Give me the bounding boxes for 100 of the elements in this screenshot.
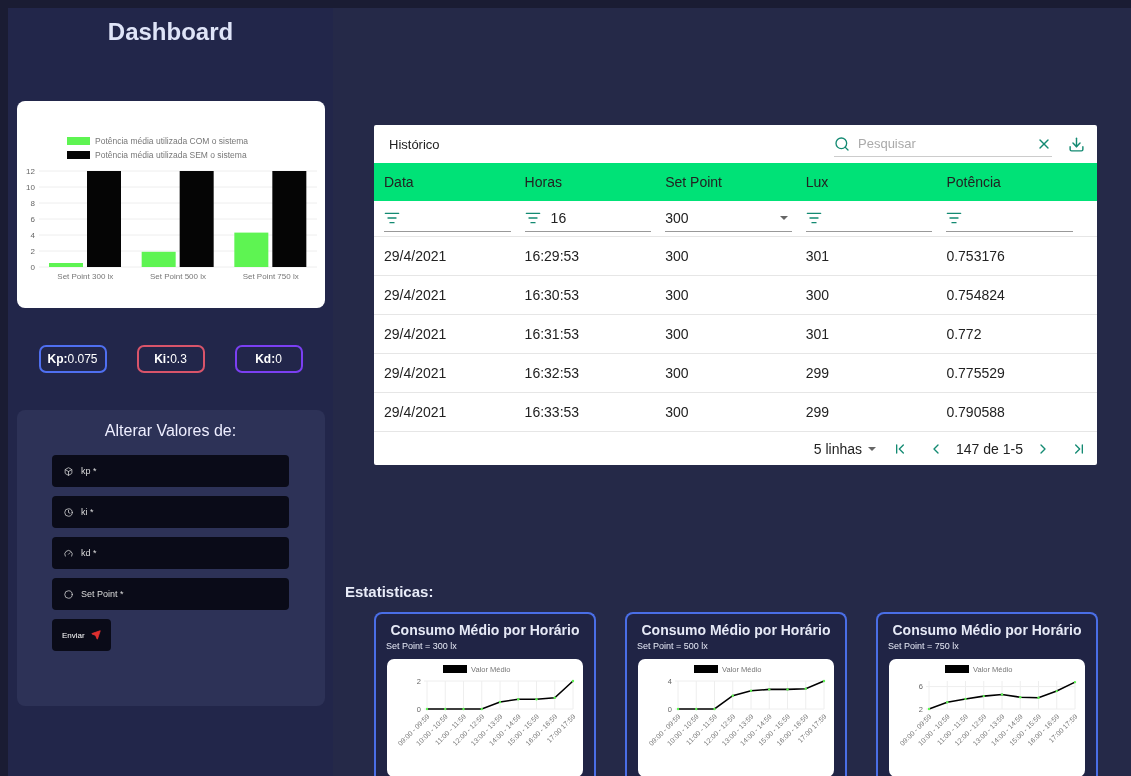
data-point	[713, 707, 716, 711]
table-cell-text: 29/4/2021	[384, 404, 448, 420]
card-subtitle: Set Point = 750 lx	[888, 641, 959, 651]
data-point	[946, 701, 949, 704]
data-point	[822, 679, 826, 683]
axis-tick-label: 2	[30, 247, 35, 256]
table-cell-text: 300	[665, 365, 690, 381]
axis-category-label: Set Point 500 lx	[149, 272, 206, 281]
column-header[interactable]: Potência	[946, 174, 1087, 190]
card-title: Consumo Médio por Horário	[641, 622, 831, 638]
gauge-icon	[64, 548, 73, 558]
data-point	[480, 707, 483, 711]
table-cell-text: 299	[805, 365, 831, 381]
bar	[233, 232, 268, 267]
data-point	[982, 694, 985, 698]
page-range: 147 de 1-5	[956, 440, 1023, 457]
data-point	[964, 697, 967, 701]
legend-item: Potência média utilizada SEM o sistema	[66, 150, 247, 160]
send-button[interactable]: Enviar	[52, 619, 111, 651]
table-cell-text: 300	[665, 287, 690, 303]
data-point	[444, 707, 447, 711]
table-cell-text: 29/4/2021	[384, 365, 448, 381]
filter-icon	[805, 210, 822, 226]
gain-badge: Kp:0.075	[38, 345, 107, 373]
filter-icon	[384, 210, 400, 226]
table-cell-text: 300	[665, 404, 690, 420]
axis-tick-label: 12	[25, 167, 35, 176]
card-title: Consumo Médio por Horário	[390, 622, 580, 638]
table-cell-text: 301	[805, 248, 831, 264]
axis-tick-label: 8	[30, 199, 35, 208]
table-cell-text: 16:29:53	[524, 248, 581, 264]
download-icon[interactable]	[1068, 135, 1085, 153]
rows-per-page-select[interactable]: 5 linhas	[813, 440, 881, 457]
axis-tick-label: 0	[30, 263, 35, 272]
data-point	[731, 694, 734, 697]
bar	[48, 263, 83, 267]
data-point	[517, 698, 520, 701]
table-cell-text: 301	[805, 326, 831, 342]
data-point	[571, 679, 575, 683]
column-header[interactable]: Lux	[805, 174, 947, 190]
card-title: Consumo Médio por Horário	[892, 622, 1082, 638]
data-point	[676, 707, 680, 711]
column-header[interactable]: Data	[384, 174, 525, 190]
table-cell-text: 29/4/2021	[384, 287, 448, 303]
table-cell-text: 16:33:53	[524, 404, 581, 420]
box-icon	[64, 466, 73, 476]
table-cell-text: 0.772	[946, 326, 983, 342]
data-point	[749, 689, 753, 692]
legend-label: Potência média utilizada SEM o sistema	[94, 150, 247, 160]
data-point	[425, 707, 429, 711]
filter-icon	[524, 210, 541, 226]
data-point	[804, 687, 807, 690]
gain-badge: Kd:0	[234, 345, 303, 373]
data-point	[535, 698, 538, 701]
axis-tick-label: 6	[30, 215, 35, 224]
card-subtitle: Set Point = 300 lx	[386, 641, 457, 651]
data-point	[695, 707, 698, 711]
table-title: Histórico	[389, 136, 441, 152]
axis-tick-label: 10	[25, 183, 35, 192]
section-title: Estatisticas:	[345, 583, 435, 600]
data-point	[1000, 693, 1004, 696]
data-point	[768, 688, 771, 691]
data-point	[1037, 696, 1040, 699]
filter-select[interactable]: 300	[665, 205, 792, 232]
table-cell-text: 300	[805, 287, 831, 303]
axis-category-label: Set Point 750 lx	[242, 272, 299, 281]
table-cell-text: 299	[805, 404, 831, 420]
table-cell-text: 300	[665, 326, 690, 342]
data-point	[1055, 689, 1058, 693]
circle-icon	[64, 589, 73, 599]
table-cell-text: 0.775529	[946, 365, 1006, 381]
data-point	[462, 707, 465, 711]
table-cell-text: 16:30:53	[524, 287, 581, 303]
table-cell-text: 300	[665, 248, 690, 264]
table-cell-text: 0.753176	[946, 248, 1006, 264]
table-cell-text: 16:32:53	[524, 365, 581, 381]
axis-tick-label: 4	[30, 231, 35, 240]
legend-item: Potência média utilizada COM o sistema	[66, 136, 248, 146]
data-point	[553, 696, 556, 699]
axis-category-label: Set Point 300 lx	[56, 272, 113, 281]
page-title: Dashboard	[107, 18, 234, 46]
form-title: Alterar Valores de:	[104, 422, 237, 440]
card-subtitle: Set Point = 500 lx	[637, 641, 708, 651]
send-icon	[90, 630, 101, 640]
column-header[interactable]: Horas	[524, 174, 666, 190]
gain-badge: Ki:0.3	[136, 345, 205, 373]
table-cell-text: 0.790588	[946, 404, 1006, 420]
column-header[interactable]: Set Point	[665, 174, 806, 190]
filter-icon	[946, 210, 963, 226]
data-point	[1019, 696, 1022, 699]
data-point	[498, 700, 502, 704]
legend-label: Potência média utilizada COM o sistema	[94, 136, 248, 146]
data-point	[786, 688, 789, 691]
table-cell-text: 0.754824	[946, 287, 1006, 303]
search-icon	[834, 135, 850, 152]
clock-icon	[64, 507, 73, 517]
table-cell-text: 29/4/2021	[384, 248, 448, 264]
table-cell-text: 16:31:53	[524, 326, 581, 342]
data-point	[927, 707, 931, 711]
data-point	[1073, 680, 1077, 684]
